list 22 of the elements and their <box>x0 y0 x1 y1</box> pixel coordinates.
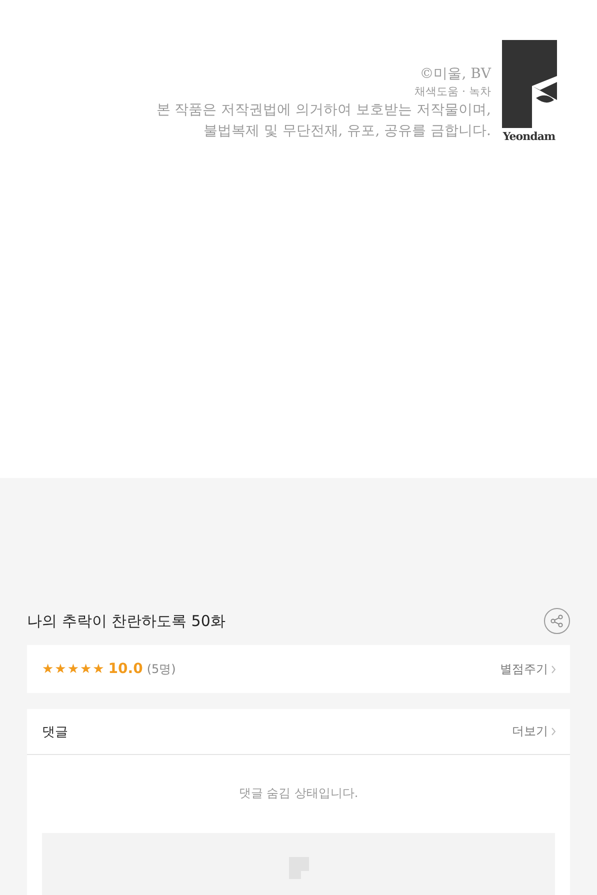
star-icon: ★ <box>92 662 104 676</box>
star-icon: ★ <box>67 662 79 676</box>
chevron-icon <box>551 664 556 674</box>
logo-text: Yeondam <box>502 130 556 143</box>
star-icon: ★ <box>54 662 66 676</box>
rate-button[interactable]: 별점주기 <box>500 660 556 678</box>
share-icon <box>550 614 564 628</box>
more-link[interactable]: 더보기 <box>512 723 556 740</box>
star-icon: ★ <box>80 662 92 676</box>
hidden-comments-message: 댓글 숨김 상태입니다. <box>238 785 360 802</box>
logo-icon <box>502 40 556 128</box>
chevron-icon <box>551 727 556 736</box>
comments-title: 댓글 <box>42 724 68 740</box>
copyright-notice: 불법복제 및 무단전재, 유포, 공유를 금합니다. <box>203 122 491 141</box>
rating-count: (5명) <box>146 660 176 678</box>
episode-title: 나의 추락이 찬란하도록 50화 <box>27 612 226 630</box>
star-icon: ★ <box>42 662 54 676</box>
rating-score: 10.0 <box>108 661 143 677</box>
share-button[interactable] <box>544 608 570 634</box>
copyright-text: ©미울, BV <box>420 65 491 84</box>
copyright-notice: 본 작품은 저작권법에 의거하여 보호받는 저작물이며, <box>156 101 491 120</box>
assist-credit: 채색도움 · 녹차 <box>414 84 491 100</box>
